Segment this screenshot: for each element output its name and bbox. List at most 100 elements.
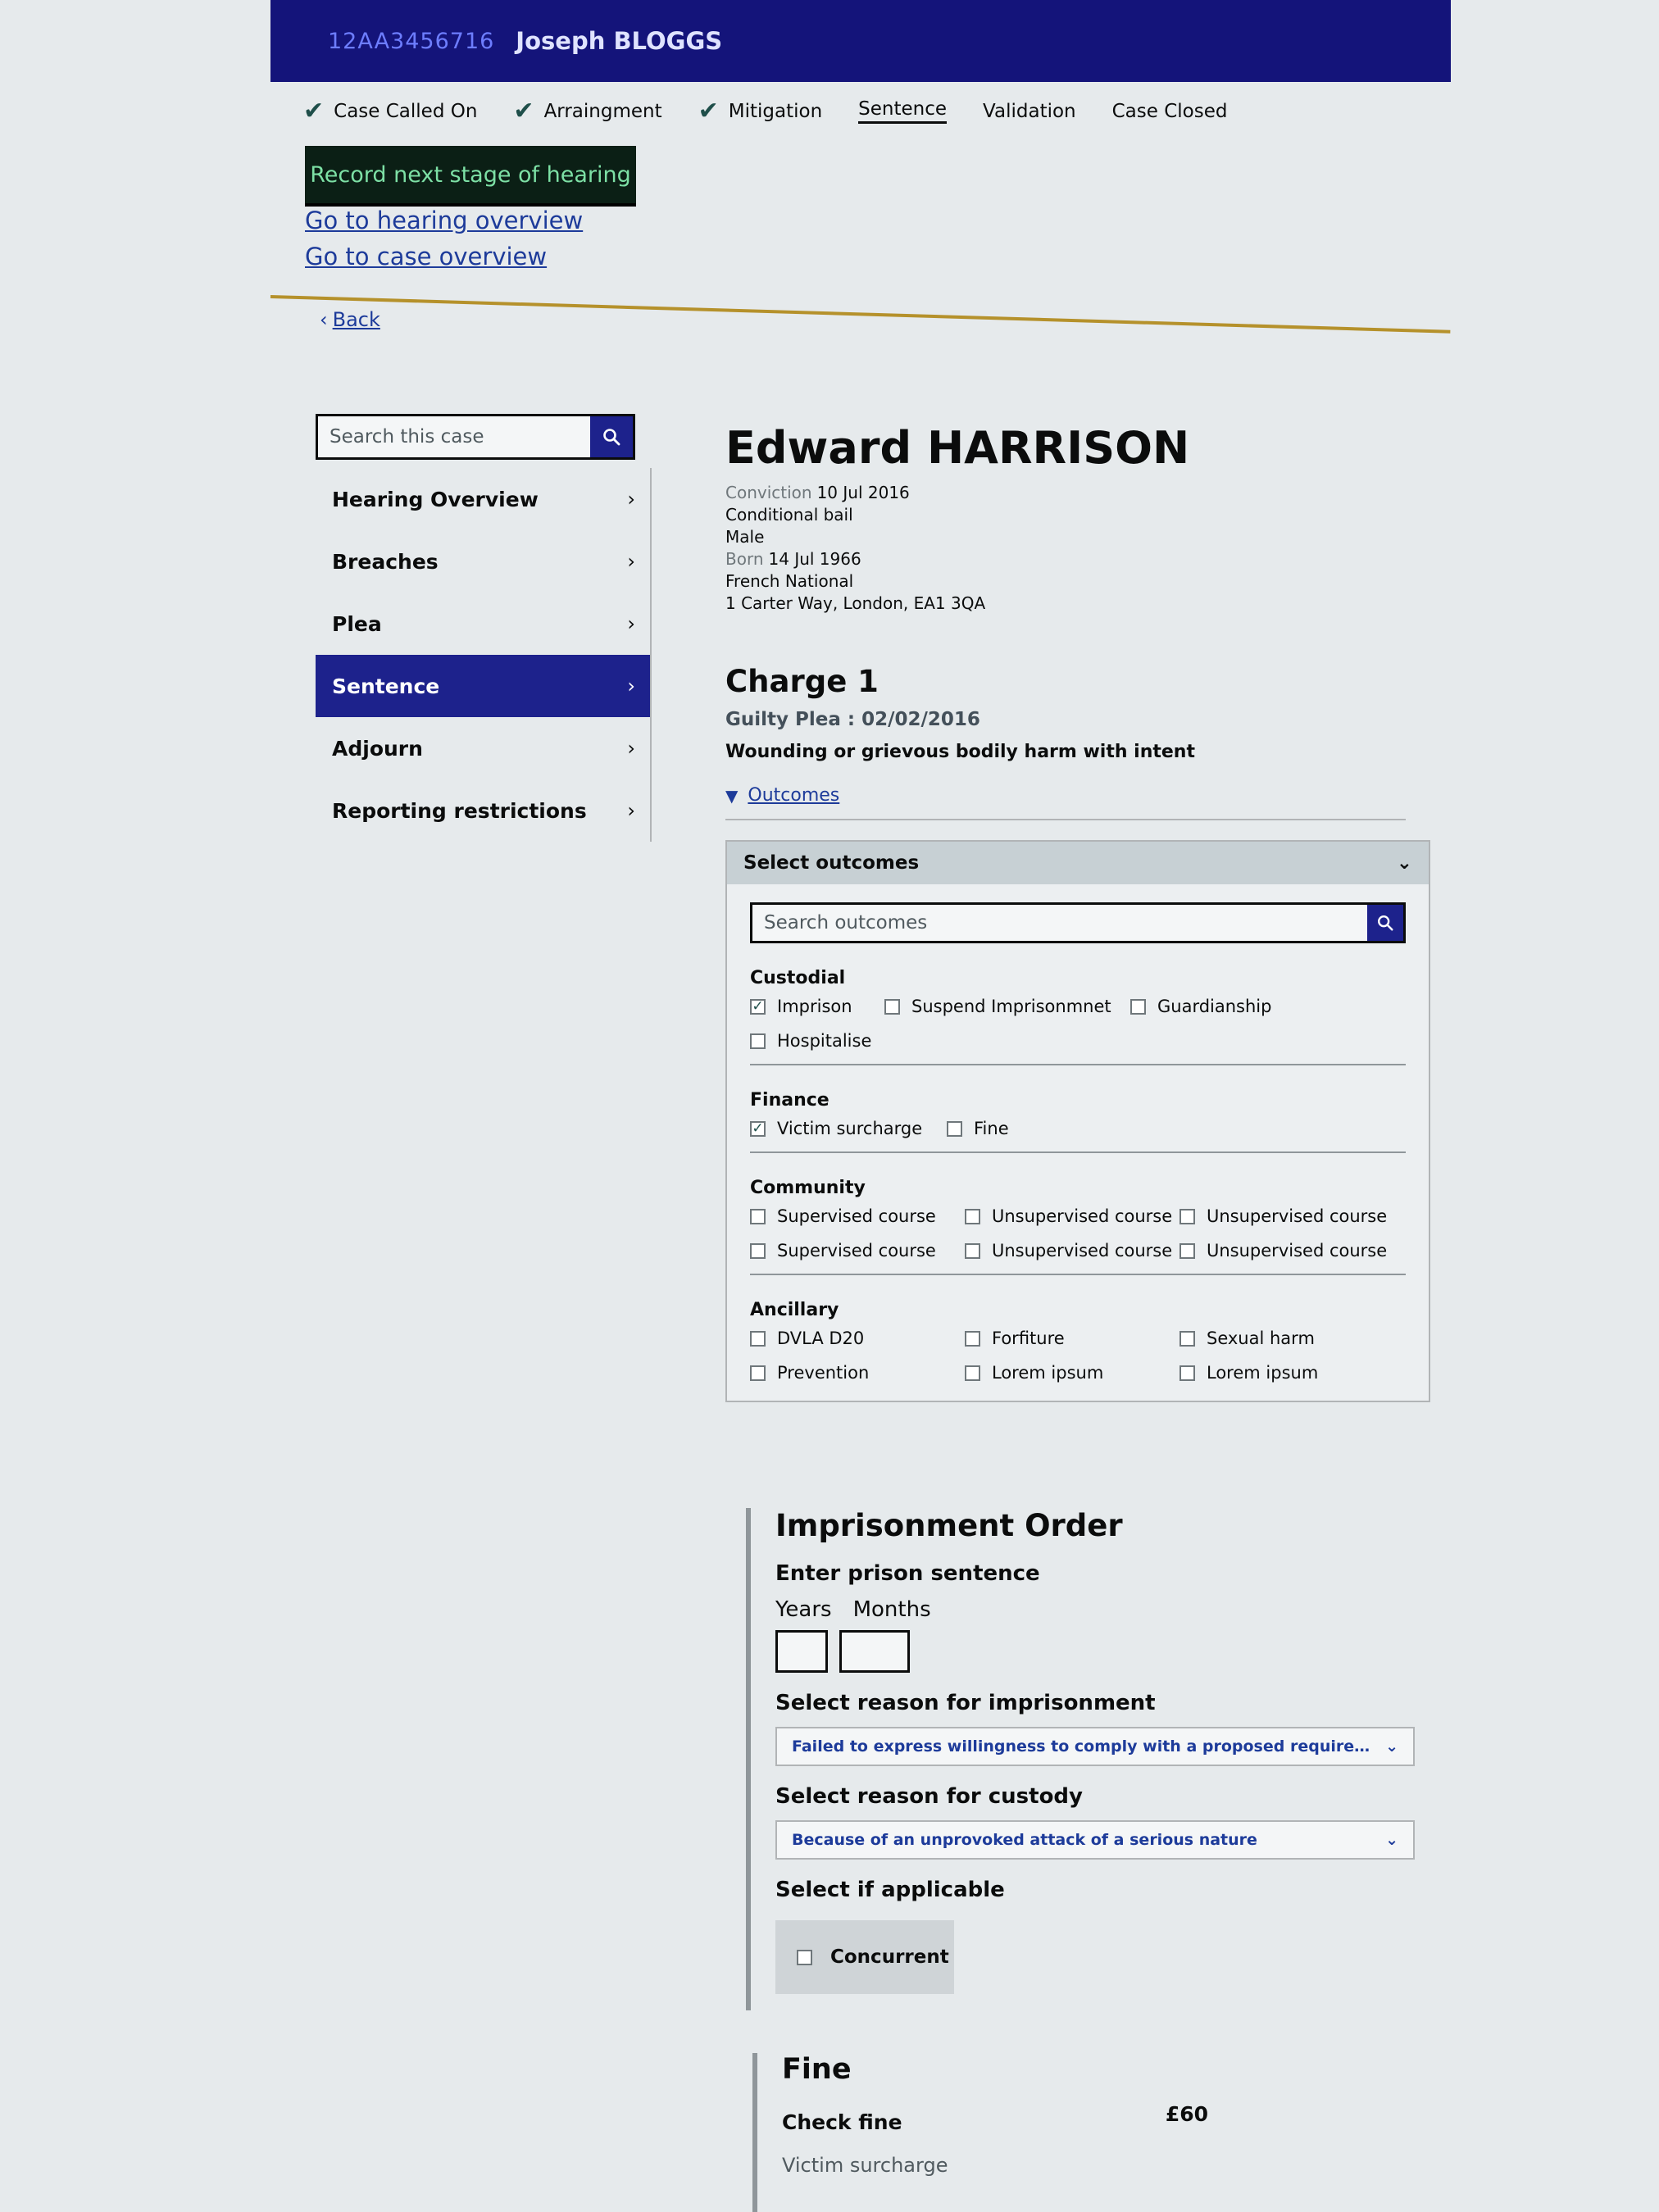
years-input[interactable] [775, 1630, 828, 1673]
outcomes-search-button[interactable] [1367, 905, 1403, 941]
record-next-stage-button[interactable]: Record next stage of hearing [305, 146, 636, 207]
outcome-lorem-ipsum-checkbox[interactable]: Lorem ipsum [965, 1363, 1179, 1383]
outcomes-toggle[interactable]: ▼ Outcomes [725, 785, 1447, 806]
case-search-button[interactable] [590, 416, 633, 457]
check-fine-label: Check fine [782, 2110, 902, 2134]
outcome-group-community: Community Supervised course Unsupervised… [750, 1178, 1406, 1275]
checkbox-icon [750, 1365, 766, 1381]
reason-custody-select[interactable]: Because of an unprovoked attack of a ser… [775, 1820, 1415, 1860]
checkbox-icon [750, 1330, 766, 1347]
outcome-suspend-imprisonment-checkbox[interactable]: Suspend Imprisonmnet [884, 997, 1130, 1016]
checkbox-icon [965, 1208, 980, 1224]
hearing-stage-tracker: ✔ Case Called On ✔ Arraingment ✔ Mitigat… [303, 97, 1227, 125]
checkbox-icon [750, 1242, 766, 1259]
prison-sentence-label: Enter prison sentence [775, 1561, 1040, 1586]
bail-status: Conditional bail [725, 505, 853, 525]
check-icon: ✔ [513, 97, 534, 125]
gender: Male [725, 527, 765, 547]
checkbox-icon [1179, 1330, 1195, 1347]
checkbox-icon [1179, 1208, 1195, 1224]
chevron-down-icon: ⌄ [1385, 1737, 1398, 1756]
plea: Guilty Plea : 02/02/2016 [725, 709, 980, 730]
sidebar-item-sentence[interactable]: Sentence › [316, 655, 650, 717]
outcome-dvla-d20-checkbox[interactable]: DVLA D20 [750, 1329, 965, 1348]
checkbox-icon [884, 998, 900, 1015]
outcome-group-custodial: Custodial ✓ Imprison Suspend Imprisonmnet… [750, 968, 1406, 1065]
concurrent-checkbox[interactable]: Concurrent [775, 1920, 954, 1994]
sidebar-item-plea[interactable]: Plea › [316, 593, 650, 655]
outcome-community-checkbox[interactable]: Unsupervised course [965, 1241, 1179, 1260]
outcome-community-checkbox[interactable]: Unsupervised course [1179, 1241, 1394, 1260]
sidebar-item-hearing-overview[interactable]: Hearing Overview › [316, 468, 650, 530]
stage-sentence[interactable]: Sentence [858, 98, 948, 124]
outcome-victim-surcharge-checkbox[interactable]: ✓ Victim surcharge [750, 1119, 947, 1138]
months-input[interactable] [839, 1630, 910, 1673]
defendant-name: Edward HARRISON [725, 422, 1190, 474]
header-defendant-name: Joseph BLOGGS [516, 27, 723, 55]
sidebar-item-breaches[interactable]: Breaches › [316, 530, 650, 593]
chevron-right-icon: › [627, 488, 635, 511]
stage-mitigation[interactable]: ✔ Mitigation [698, 97, 823, 125]
born-row: Born 14 Jul 1966 [725, 549, 861, 569]
outcome-fine-checkbox[interactable]: Fine [947, 1119, 1009, 1138]
stage-case-closed[interactable]: Case Closed [1112, 101, 1228, 122]
victim-surcharge-label: Victim surcharge [782, 2154, 948, 2177]
back-link[interactable]: ‹ Back [320, 308, 380, 331]
checkbox-icon [1130, 998, 1146, 1015]
reason-imprisonment-select[interactable]: Failed to express willingness to comply … [775, 1727, 1415, 1766]
outcome-guardianship-checkbox[interactable]: Guardianship [1130, 997, 1306, 1016]
reason-custody-label: Select reason for custody [775, 1784, 1083, 1809]
chevron-right-icon: › [627, 550, 635, 573]
offence: Wounding or grievous bodily harm with in… [725, 742, 1195, 762]
checkbox-icon [1179, 1242, 1195, 1259]
case-overview-link[interactable]: Go to case overview [305, 243, 547, 270]
checkbox-icon [1179, 1365, 1195, 1381]
chevron-right-icon: › [627, 737, 635, 760]
checkbox-icon [965, 1242, 980, 1259]
search-icon [1378, 915, 1393, 931]
checkbox-checked-icon: ✓ [750, 998, 766, 1015]
fine-title: Fine [782, 2053, 852, 2086]
case-sidebar: Search this case Hearing Overview › Brea… [316, 414, 652, 842]
charge-title: Charge 1 [725, 664, 879, 699]
checkbox-icon [797, 1949, 812, 1965]
hearing-overview-link[interactable]: Go to hearing overview [305, 207, 583, 234]
outcome-community-checkbox[interactable]: Supervised course [750, 1241, 965, 1260]
defendant-details: Conviction 10 Jul 2016 Conditional bail M… [725, 482, 1447, 615]
case-search-input[interactable]: Search this case [318, 416, 590, 457]
outcome-imprison-checkbox[interactable]: ✓ Imprison [750, 997, 884, 1016]
case-header: 12AA3456716 Joseph BLOGGS [270, 0, 1451, 82]
search-icon [603, 429, 620, 446]
outcomes-search-input[interactable]: Search outcomes [752, 905, 1367, 941]
sidebar-item-adjourn[interactable]: Adjourn › [316, 717, 650, 779]
outcome-forfeiture-checkbox[interactable]: Forfiture [965, 1329, 1179, 1348]
conviction-row: Conviction 10 Jul 2016 [725, 483, 910, 502]
outcome-lorem-ipsum-checkbox[interactable]: Lorem ipsum [1179, 1363, 1394, 1383]
check-icon: ✔ [303, 97, 325, 125]
check-icon: ✔ [698, 97, 719, 125]
outcome-community-checkbox[interactable]: Unsupervised course [965, 1206, 1179, 1226]
triangle-down-icon: ▼ [725, 785, 739, 806]
select-outcomes-header[interactable]: Select outcomes ⌄ [727, 842, 1429, 884]
outcome-community-checkbox[interactable]: Unsupervised course [1179, 1206, 1394, 1226]
outcome-sexual-harm-checkbox[interactable]: Sexual harm [1179, 1329, 1394, 1348]
chevron-right-icon: › [627, 799, 635, 822]
stage-validation[interactable]: Validation [983, 101, 1076, 122]
address: 1 Carter Way, London, EA1 3QA [725, 593, 986, 613]
divider [725, 819, 1406, 820]
checkbox-icon [965, 1330, 980, 1347]
sidebar-item-reporting-restrictions[interactable]: Reporting restrictions › [316, 779, 650, 842]
stage-case-called-on[interactable]: ✔ Case Called On [303, 97, 477, 125]
outcome-prevention-checkbox[interactable]: Prevention [750, 1363, 965, 1383]
fine-amount: £60 [1165, 2102, 1208, 2126]
sidebar-nav: Hearing Overview › Breaches › Plea › Sen… [316, 468, 652, 842]
imprisonment-order-title: Imprisonment Order [775, 1508, 1123, 1543]
outcome-community-checkbox[interactable]: Supervised course [750, 1206, 965, 1226]
nationality: French National [725, 571, 854, 591]
outcome-hospitalise-checkbox[interactable]: Hospitalise [750, 1031, 871, 1051]
checkbox-checked-icon: ✓ [750, 1120, 766, 1137]
reason-imprisonment-label: Select reason for imprisonment [775, 1691, 1156, 1715]
stage-arraignment[interactable]: ✔ Arraingment [513, 97, 661, 125]
outcomes-search: Search outcomes [750, 902, 1406, 943]
checkbox-icon [965, 1365, 980, 1381]
